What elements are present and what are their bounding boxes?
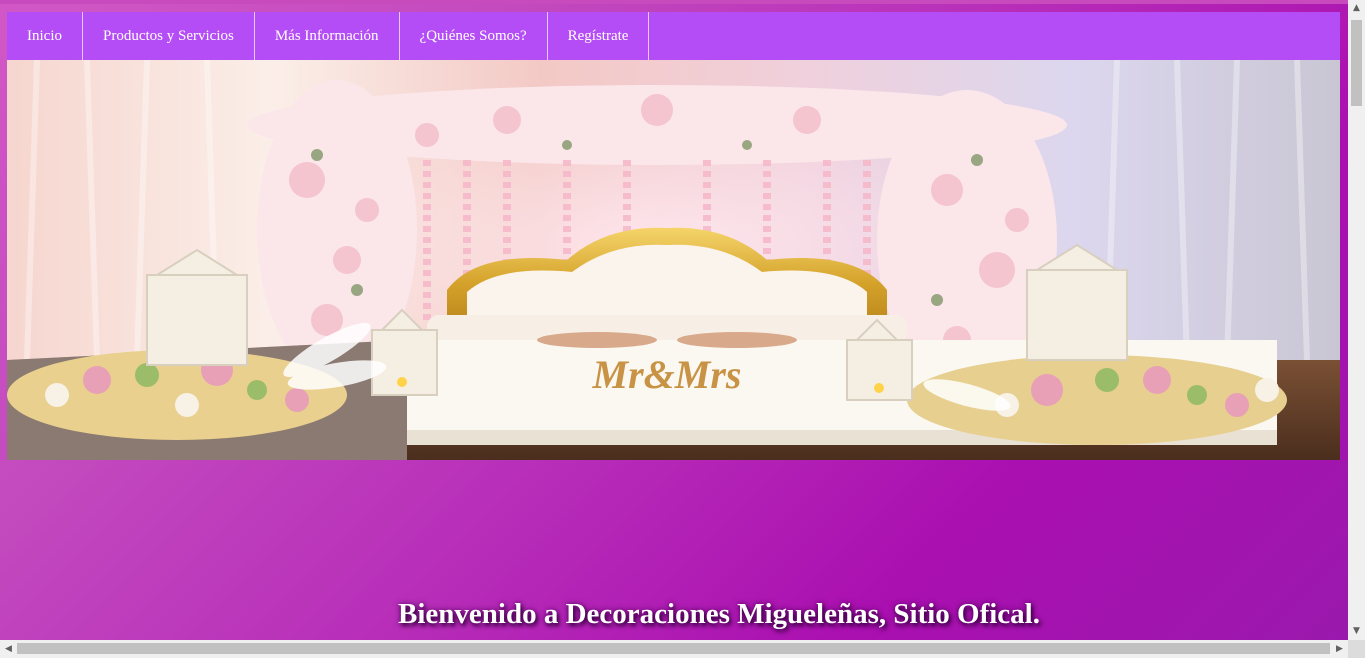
nav-item-inicio[interactable]: Inicio: [7, 12, 83, 60]
nav-item-registrate[interactable]: Regístrate: [548, 12, 650, 60]
vertical-scroll-thumb[interactable]: [1351, 20, 1362, 106]
chevron-up-icon[interactable]: ▲: [1348, 0, 1365, 17]
top-accent-bar: [0, 0, 1348, 4]
page-viewport: Inicio Productos y Servicios Más Informa…: [0, 0, 1348, 640]
chevron-right-icon[interactable]: ▶: [1331, 640, 1348, 658]
chevron-left-icon[interactable]: ◀: [0, 640, 17, 658]
nav-item-mas-informacion[interactable]: Más Información: [255, 12, 400, 60]
horizontal-scroll-thumb[interactable]: [17, 643, 1330, 654]
hero-illustration: Mr&Mrs: [7, 60, 1340, 460]
scrollbar-corner: [1348, 640, 1365, 658]
welcome-heading: Bienvenido a Decoraciones Migueleñas, Si…: [398, 598, 1040, 630]
mr-mrs-sign: Mr&Mrs: [592, 352, 742, 397]
main-navbar: Inicio Productos y Servicios Más Informa…: [7, 12, 1340, 60]
vertical-scrollbar[interactable]: ▲ ▼: [1348, 0, 1365, 640]
nav-item-quienes-somos[interactable]: ¿Quiénes Somos?: [400, 12, 548, 60]
chevron-down-icon[interactable]: ▼: [1348, 623, 1365, 640]
nav-item-productos-servicios[interactable]: Productos y Servicios: [83, 12, 255, 60]
horizontal-scrollbar[interactable]: ◀ ▶: [0, 640, 1348, 658]
hero-image: Mr&Mrs: [7, 60, 1340, 460]
